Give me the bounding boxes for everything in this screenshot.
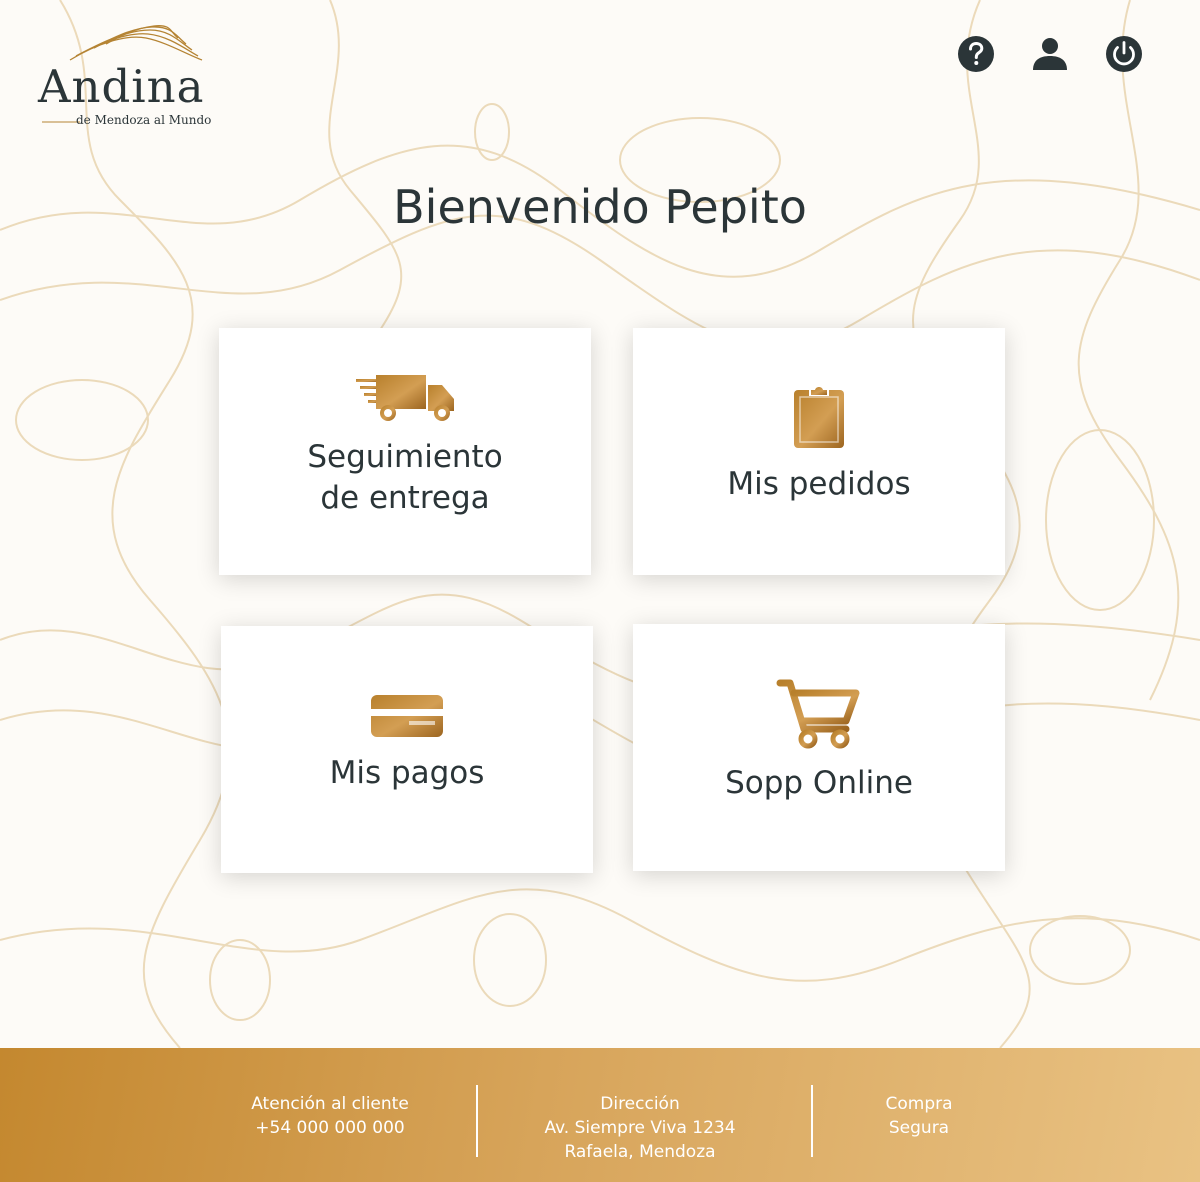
welcome-heading: Bienvenido Pepito (393, 180, 807, 234)
footer-address-line2: Rafaela, Mendoza (564, 1142, 716, 1162)
card-label: Sopp Online (725, 765, 913, 802)
footer-divider (476, 1085, 478, 1157)
footer: Atención al cliente +54 000 000 000 Dire… (0, 1048, 1200, 1182)
header-actions (956, 34, 1144, 74)
footer-secure-line1: Compra (885, 1094, 953, 1114)
card-label: Mis pagos (329, 755, 485, 792)
topographic-background (0, 0, 1200, 1048)
footer-phone[interactable]: +54 000 000 000 (210, 1116, 450, 1140)
card-sopp-online[interactable]: Sopp Online (633, 624, 1005, 871)
logo-name: Andina (38, 60, 205, 113)
footer-customer-title: Atención al cliente (251, 1094, 409, 1114)
footer-secure-line2: Segura (888, 1118, 950, 1138)
footer-address-title: Dirección (600, 1094, 680, 1114)
clipboard-icon (794, 385, 844, 449)
logo-tagline: de Mendoza al Mundo (76, 113, 212, 127)
footer-customer-service: Atención al cliente +54 000 000 000 (210, 1092, 450, 1140)
footer-address: Dirección Av. Siempre Viva 1234 Rafaela,… (500, 1092, 780, 1164)
card-label: Mis pedidos (727, 466, 911, 503)
footer-secure-purchase: Compra Segura (839, 1092, 999, 1140)
card-my-orders[interactable]: Mis pedidos (633, 328, 1005, 575)
footer-divider (811, 1085, 813, 1157)
power-icon[interactable] (1104, 34, 1144, 74)
credit-card-icon (371, 695, 443, 738)
card-label: Seguimiento de entrega (307, 439, 503, 516)
truck-icon (356, 375, 454, 422)
card-my-payments[interactable]: Mis pagos (221, 626, 593, 873)
user-icon[interactable] (1030, 34, 1070, 74)
cart-icon (776, 679, 860, 749)
help-icon[interactable] (956, 34, 996, 74)
andina-logo[interactable]: Andina de Mendoza al Mundo (36, 24, 216, 134)
card-delivery-tracking[interactable]: Seguimiento de entrega (219, 328, 591, 575)
footer-address-line1: Av. Siempre Viva 1234 (544, 1118, 736, 1138)
